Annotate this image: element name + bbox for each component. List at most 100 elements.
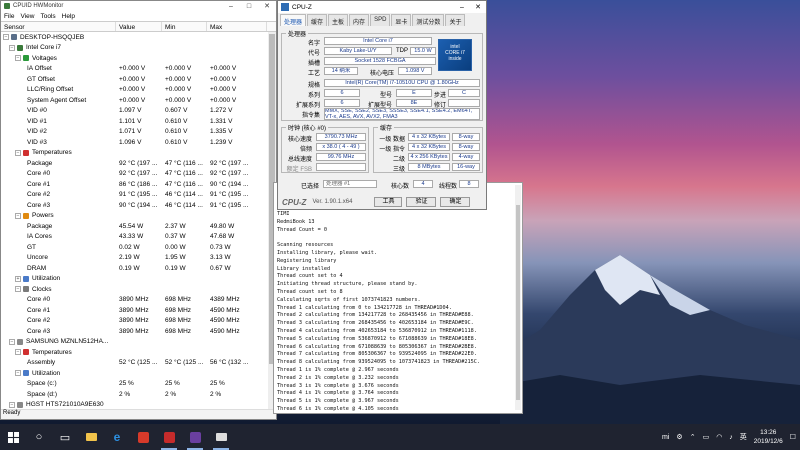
sensor-row[interactable]: Core #1 3890 MHz 698 MHz 4590 MHz — [1, 305, 269, 316]
sensor-row[interactable]: − Intel Core i7 — [1, 43, 269, 54]
sensor-row[interactable]: Core #3 3890 MHz 698 MHz 4590 MHz — [1, 326, 269, 337]
column-sensor[interactable]: Sensor — [1, 22, 116, 31]
sensor-row[interactable]: − Clocks — [1, 284, 269, 295]
tab-mainboard[interactable]: 主板 — [328, 14, 349, 26]
sensor-row[interactable]: VID #3 1.096 V 0.610 V 1.239 V — [1, 137, 269, 148]
collapse-icon[interactable]: − — [15, 370, 21, 377]
taskbar-app-console[interactable] — [208, 424, 234, 450]
chevron-up-icon[interactable]: ⌃ — [690, 433, 696, 441]
sensor-row[interactable]: − Powers — [1, 211, 269, 222]
close-icon[interactable]: ✕ — [470, 3, 486, 11]
collapse-icon[interactable]: − — [15, 55, 21, 62]
volume-icon[interactable]: ♪ — [729, 434, 733, 441]
cpuz-titlebar[interactable]: CPU-Z – ✕ — [278, 1, 486, 13]
sensor-row[interactable]: Space (d:) 2 % 2 % 2 % — [1, 389, 269, 400]
collapse-icon[interactable]: − — [15, 286, 21, 293]
tools-button[interactable]: 工具 — [374, 197, 403, 207]
collapse-icon[interactable]: − — [15, 349, 21, 356]
cpuz-window[interactable]: CPU-Z – ✕ 处理器 缓存 主板 内存 SPD 显卡 测试分数 关于 处理… — [277, 0, 487, 210]
collapse-icon[interactable]: − — [15, 149, 21, 156]
ok-button[interactable]: 确定 — [440, 197, 471, 207]
sensor-row[interactable]: System Agent Offset +0.000 V +0.000 V +0.00… — [1, 95, 269, 106]
sensor-row[interactable]: GT Offset +0.000 V +0.000 V +0.000 V — [1, 74, 269, 85]
sensor-row[interactable]: Core #0 3890 MHz 698 MHz 4389 MHz — [1, 295, 269, 306]
menu-tools[interactable]: Tools — [40, 13, 55, 20]
sensor-row[interactable]: Core #2 91 °C (195 ... 46 °C (114 ... 91 °C… — [1, 190, 269, 201]
sensor-row[interactable]: LLC/Ring Offset +0.000 V +0.000 V +0.000 V — [1, 85, 269, 96]
maximize-icon[interactable]: □ — [240, 3, 258, 10]
sensor-row[interactable]: Core #3 90 °C (194 ... 46 °C (114 ... 91 °C… — [1, 200, 269, 211]
minimize-icon[interactable]: – — [222, 3, 240, 10]
sensor-row[interactable]: + Utilization — [1, 274, 269, 285]
tab-graphics[interactable]: 显卡 — [391, 14, 412, 26]
minimize-icon[interactable]: – — [454, 4, 470, 11]
console-scrollbar[interactable] — [515, 185, 521, 410]
sensor-row[interactable]: − Utilization — [1, 368, 269, 379]
sensor-row[interactable]: − DESKTOP-HSQQJEB — [1, 32, 269, 43]
expand-icon[interactable]: + — [15, 275, 21, 282]
menu-view[interactable]: View — [20, 13, 34, 20]
sensor-row[interactable]: Assembly 52 °C (125 ... 52 °C (125 ... 56 °… — [1, 358, 269, 369]
sensor-max-cell: 92 °C (197 ... — [210, 170, 249, 178]
taskbar-app-hwmonitor[interactable] — [156, 424, 182, 450]
sensor-row[interactable]: − Temperatures — [1, 148, 269, 159]
tab-cache[interactable]: 缓存 — [307, 14, 328, 26]
collapse-icon[interactable]: − — [3, 34, 9, 41]
sensor-row[interactable]: Space (c:) 25 % 25 % 25 % — [1, 379, 269, 390]
sensor-row[interactable]: − Voltages — [1, 53, 269, 64]
collapse-icon[interactable]: − — [9, 338, 15, 345]
settings-icon[interactable]: ⚙ — [676, 433, 682, 441]
tab-processor[interactable]: 处理器 — [280, 14, 307, 26]
sensor-row[interactable]: VID #1 1.101 V 0.610 V 1.331 V — [1, 116, 269, 127]
task-view-icon[interactable]: ▭ — [52, 424, 78, 450]
close-icon[interactable]: ✕ — [258, 2, 276, 10]
sensor-row[interactable]: IA Cores 43.33 W 0.37 W 47.68 W — [1, 232, 269, 243]
column-max[interactable]: Max — [207, 22, 267, 31]
sensor-row[interactable]: Package 45.54 W 2.37 W 49.80 W — [1, 221, 269, 232]
search-icon[interactable]: ○ — [26, 424, 52, 450]
console-scrollbar-thumb[interactable] — [516, 205, 520, 400]
battery-icon[interactable]: ▭ — [703, 433, 710, 441]
clock[interactable]: 13:26 2019/12/6 — [754, 428, 783, 446]
notification-icon[interactable]: ☐ — [790, 433, 796, 441]
sensor-row[interactable]: Core #0 92 °C (197 ... 47 °C (116 ... 92 °C… — [1, 169, 269, 180]
tab-about[interactable]: 关于 — [445, 14, 466, 26]
sensor-row[interactable]: − Temperatures — [1, 347, 269, 358]
sensor-row[interactable]: Core #2 3890 MHz 698 MHz 4590 MHz — [1, 316, 269, 327]
column-value[interactable]: Value — [116, 22, 162, 31]
input-method-indicator[interactable]: 英 — [740, 432, 747, 442]
start-button[interactable] — [0, 424, 26, 450]
sensor-row[interactable]: Core #1 86 °C (186 ... 47 °C (116 ... 90 °C… — [1, 179, 269, 190]
file-explorer-icon[interactable] — [78, 424, 104, 450]
tab-bench[interactable]: 测试分数 — [412, 14, 445, 26]
tab-spd[interactable]: SPD — [370, 14, 391, 26]
sensor-row[interactable]: Uncore 2.19 W 1.95 W 3.13 W — [1, 253, 269, 264]
sensor-row[interactable]: GT 0.02 W 0.00 W 0.73 W — [1, 242, 269, 253]
validate-button[interactable]: 验证 — [406, 197, 437, 207]
taskbar-app-cpuz[interactable] — [182, 424, 208, 450]
multiplier-label: 倍频 — [299, 147, 312, 153]
sensor-min-cell: 52 °C (125 ... — [165, 359, 204, 367]
sensor-row[interactable]: DRAM 0.19 W 0.19 W 0.67 W — [1, 263, 269, 274]
sensor-tree[interactable]: − DESKTOP-HSQQJEB − Intel Core i7− Voltages I… — [1, 32, 269, 410]
sensor-row[interactable]: − SAMSUNG MZNLN512HA... — [1, 337, 269, 348]
sensor-row[interactable]: Package 92 °C (197 ... 47 °C (116 ... 92 °C… — [1, 158, 269, 169]
app-icon-red[interactable] — [130, 424, 156, 450]
console-window[interactable]: TIMI RedmiBook 13 Thread Count = 0 Scanning… — [273, 182, 523, 414]
collapse-icon[interactable]: − — [9, 44, 15, 51]
hwmonitor-titlebar[interactable]: CPUID HWMonitor – □ ✕ — [1, 1, 276, 11]
collapse-icon[interactable]: − — [15, 212, 21, 219]
mi-icon[interactable]: mi — [662, 434, 669, 441]
sensor-row[interactable]: VID #2 1.071 V 0.610 V 1.335 V — [1, 127, 269, 138]
menu-file[interactable]: File — [4, 13, 14, 20]
sensor-row[interactable]: VID #0 1.097 V 0.607 V 1.272 V — [1, 106, 269, 117]
edge-browser-icon[interactable]: e — [104, 424, 130, 450]
column-min[interactable]: Min — [162, 22, 207, 31]
collapse-icon[interactable]: − — [9, 401, 15, 408]
menu-help[interactable]: Help — [62, 13, 75, 20]
tab-memory[interactable]: 内存 — [349, 14, 370, 26]
processor-select[interactable]: 处理器 #1 — [323, 180, 377, 188]
sensor-row[interactable]: IA Offset +0.000 V +0.000 V +0.000 V — [1, 64, 269, 75]
hwmonitor-window[interactable]: CPUID HWMonitor – □ ✕ File View Tools He… — [0, 0, 277, 420]
network-icon[interactable]: ◠ — [716, 433, 722, 441]
